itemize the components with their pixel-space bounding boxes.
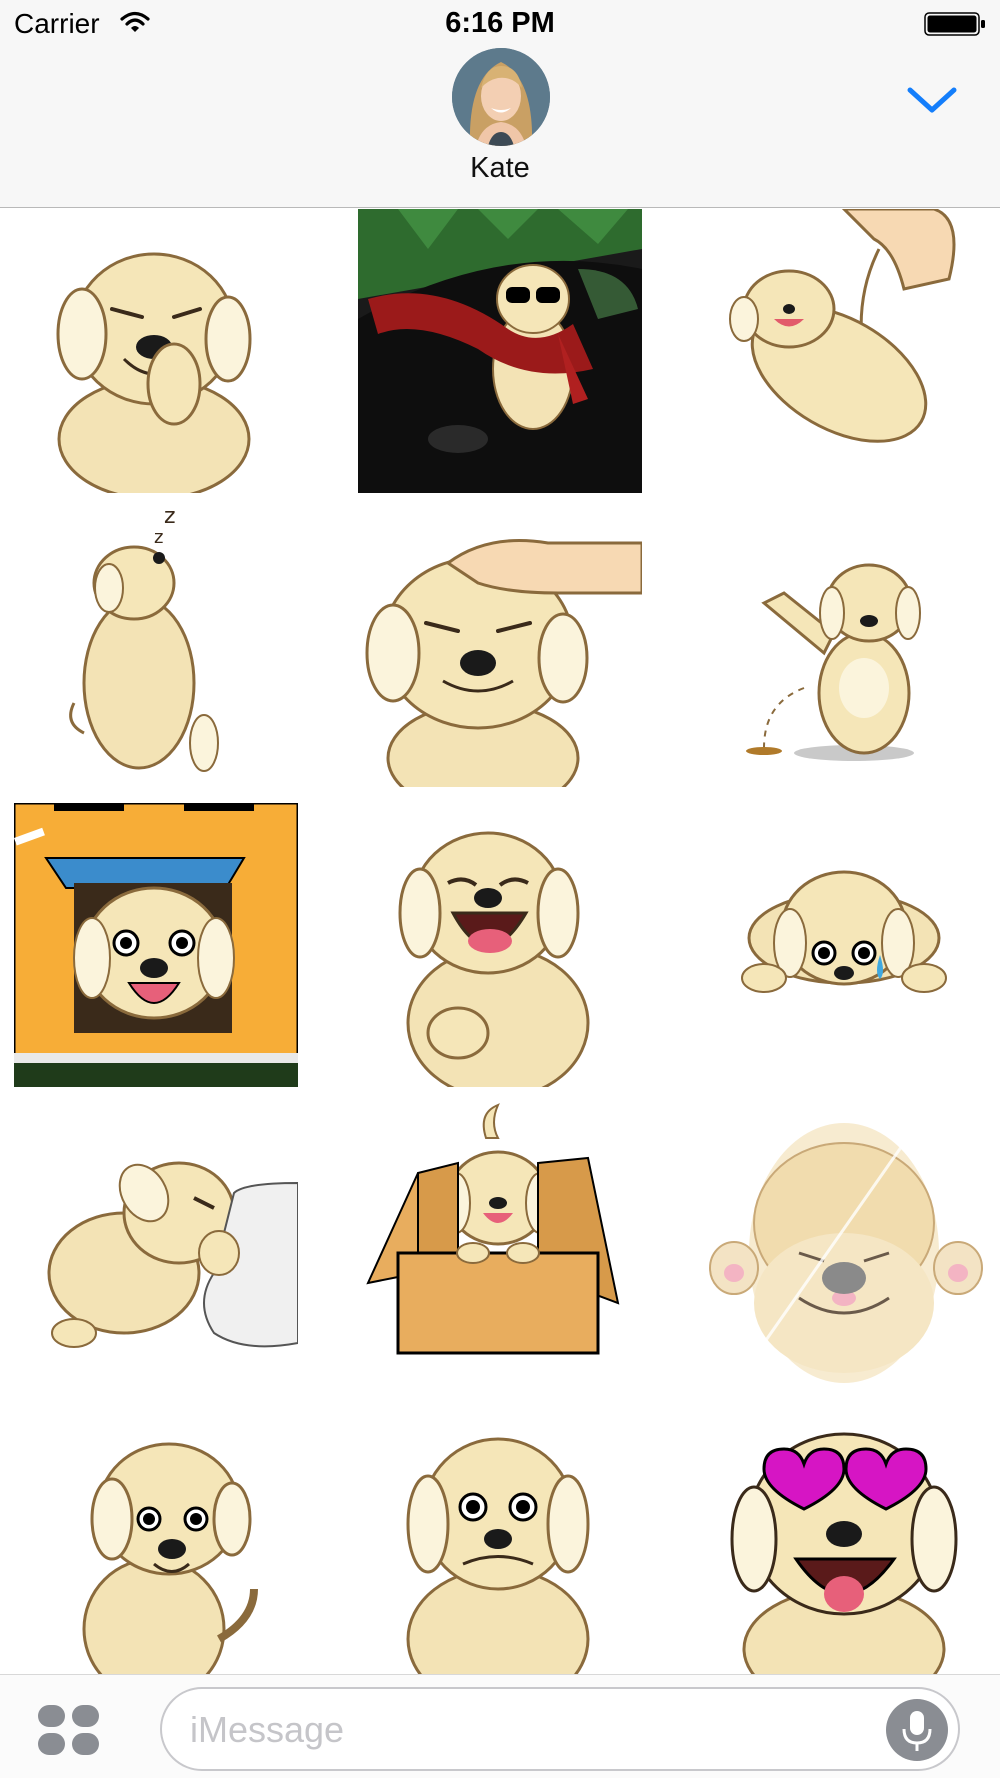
- sticker-grid: z z: [0, 209, 1000, 1674]
- contact-name[interactable]: Kate: [0, 152, 1000, 185]
- contact-avatar[interactable]: [452, 48, 550, 146]
- conversation-header: Kate: [0, 48, 1000, 208]
- sticker-puppy-heart-eyes[interactable]: [704, 1399, 988, 1674]
- svg-text:z: z: [164, 504, 176, 529]
- sticker-puppy-pressed-on-glass[interactable]: [704, 1103, 988, 1387]
- sticker-puppy-giggling[interactable]: [14, 209, 298, 493]
- message-input[interactable]: [190, 1707, 840, 1753]
- sticker-puppy-peeing[interactable]: [704, 503, 988, 787]
- message-input-bar: [0, 1674, 1000, 1778]
- sticker-puppy-sunglasses-car[interactable]: [358, 209, 642, 493]
- battery-full-icon: [924, 12, 985, 36]
- sticker-puppy-sleeping[interactable]: z z: [14, 503, 298, 787]
- app-drawer-icon[interactable]: [36, 1703, 102, 1757]
- sticker-puppy-nervous[interactable]: [358, 1399, 642, 1674]
- status-bar: Carrier 6:16 PM: [0, 0, 1000, 48]
- microphone-icon: [902, 1711, 932, 1751]
- sticker-puppy-laughing[interactable]: [358, 803, 642, 1087]
- sticker-puppy-door-window[interactable]: [14, 803, 298, 1087]
- status-time: 6:16 PM: [445, 7, 555, 39]
- sticker-puppy-in-box[interactable]: [358, 1103, 642, 1387]
- message-field[interactable]: [160, 1687, 960, 1771]
- svg-text:z: z: [154, 527, 163, 548]
- chevron-down-icon[interactable]: [904, 80, 960, 120]
- sticker-puppy-tickled[interactable]: [704, 209, 988, 493]
- sticker-puppy-crying[interactable]: [704, 803, 988, 1087]
- sticker-puppy-curious[interactable]: [14, 1399, 298, 1674]
- sticker-puppy-petted[interactable]: [358, 503, 642, 787]
- sticker-puppy-hugging-pillow[interactable]: [14, 1103, 298, 1387]
- microphone-button[interactable]: [886, 1699, 948, 1761]
